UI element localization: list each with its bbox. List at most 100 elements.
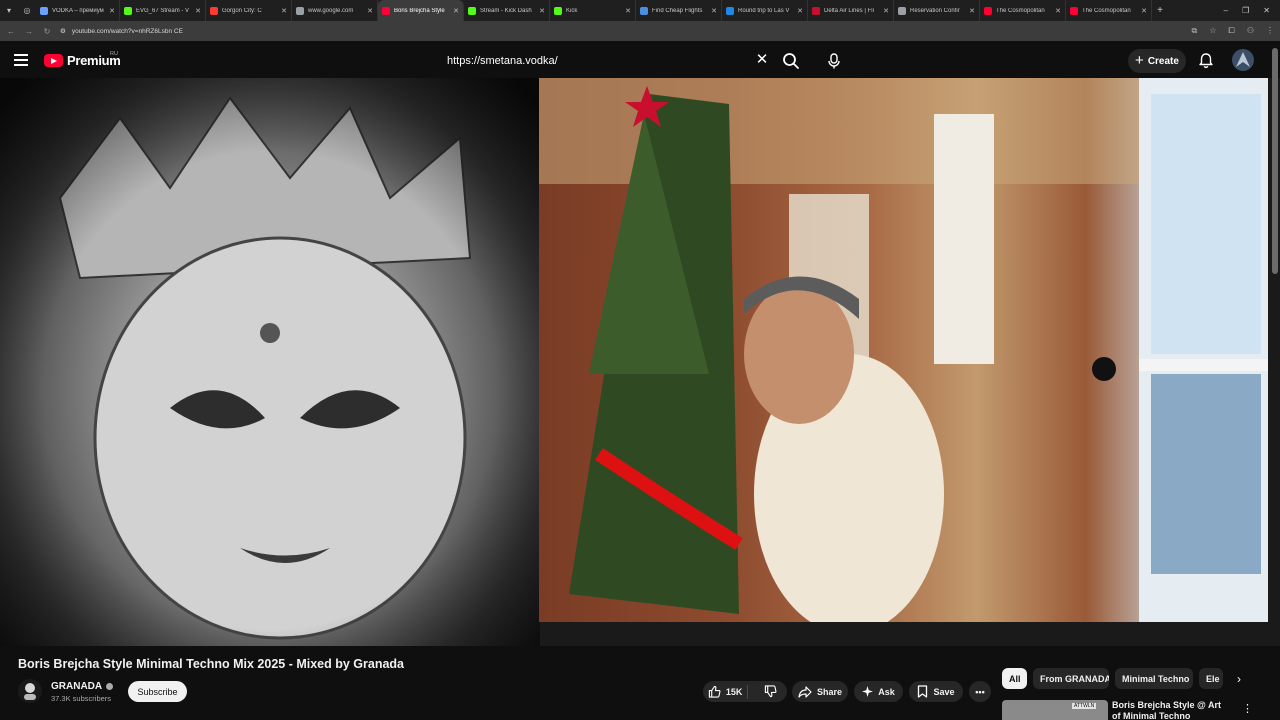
- tab-title: EVG_67 Stream - V: [136, 7, 190, 14]
- browser-tab[interactable]: Kick ✕: [550, 0, 636, 21]
- tab-search-icon[interactable]: ▾: [0, 0, 18, 21]
- minimize-icon[interactable]: –: [1224, 6, 1228, 15]
- search-input[interactable]: https://smetana.vodka/: [437, 47, 777, 75]
- chrome-icon[interactable]: ◎: [18, 0, 36, 21]
- browser-tab[interactable]: The Cosmopolitan ✕: [980, 0, 1066, 21]
- ask-button[interactable]: Ask: [854, 681, 903, 702]
- thumbs-up-icon: [708, 685, 721, 698]
- chip-from-granada[interactable]: From GRANADA: [1033, 668, 1109, 689]
- account-avatar[interactable]: [1232, 49, 1254, 71]
- subscribe-button[interactable]: Subscribe: [128, 681, 187, 702]
- tab-close-icon[interactable]: ✕: [367, 7, 373, 15]
- tab-close-icon[interactable]: ✕: [109, 7, 115, 15]
- tab-close-icon[interactable]: ✕: [797, 7, 803, 15]
- create-button[interactable]: + Create: [1128, 49, 1186, 73]
- voice-search-button[interactable]: [820, 47, 848, 75]
- video-title: Boris Brejcha Style Minimal Techno Mix 2…: [18, 657, 404, 671]
- tab-favicon-icon: [124, 6, 132, 15]
- tab-favicon-icon: [640, 6, 648, 15]
- browser-tab[interactable]: Find Cheap Flights ✕: [636, 0, 722, 21]
- tab-close-icon[interactable]: ✕: [883, 7, 889, 15]
- tab-close-icon[interactable]: ✕: [539, 7, 545, 15]
- clear-search-icon[interactable]: ✕: [755, 52, 769, 67]
- video-player[interactable]: [0, 78, 1280, 646]
- like-dislike-group: 15K: [703, 681, 787, 702]
- reload-icon[interactable]: ↻: [42, 27, 52, 36]
- browser-tab[interactable]: Reservation Confir ✕: [894, 0, 980, 21]
- profile-icon[interactable]: ⚇: [1247, 26, 1254, 36]
- tab-favicon-icon: [984, 6, 992, 15]
- browser-tab[interactable]: VODKA – премиум ✕: [36, 0, 120, 21]
- maximize-icon[interactable]: ❐: [1242, 6, 1249, 15]
- chip-all[interactable]: All: [1002, 668, 1027, 689]
- browser-tab[interactable]: The Cosmopolitan ✕: [1066, 0, 1152, 21]
- toolbar-right: ⧉ ☆ ⧠ ⚇ ⋮: [1192, 26, 1274, 36]
- tab-title: Kick: [566, 7, 578, 14]
- site-info-icon[interactable]: ⚙: [60, 27, 66, 35]
- tab-close-icon[interactable]: ✕: [281, 7, 287, 15]
- extensions-icon[interactable]: ⧠: [1228, 26, 1234, 36]
- chip-minimal-techno[interactable]: Minimal Techno: [1115, 668, 1193, 689]
- channel-avatar-image: [24, 683, 36, 700]
- search-icon[interactable]: [782, 52, 800, 70]
- tab-close-icon[interactable]: ✕: [711, 7, 717, 15]
- tab-close-icon[interactable]: ✕: [969, 7, 975, 15]
- chip-electronic[interactable]: Ele: [1199, 668, 1223, 689]
- back-icon[interactable]: ←: [6, 27, 16, 36]
- tab-title: The Cosmopolitan: [1082, 7, 1131, 14]
- channel-name-text[interactable]: GRANADA: [51, 681, 102, 692]
- more-actions-button[interactable]: •••: [969, 681, 991, 702]
- url-text[interactable]: youtube.com/watch?v=nhRZ6Lsbn CE: [72, 28, 183, 35]
- channel-name[interactable]: GRANADA: [51, 681, 114, 692]
- share-button[interactable]: Share: [792, 681, 848, 702]
- share-arrow-icon: [798, 685, 812, 698]
- browser-tab[interactable]: www.google.com ✕: [292, 0, 378, 21]
- tab-title: Stream - Kick Dash: [480, 7, 532, 14]
- tab-title: Gorgon City: C: [222, 7, 262, 14]
- thumbs-down-icon: [764, 685, 777, 698]
- avatar-image: [1236, 52, 1250, 67]
- bookmark-star-icon[interactable]: ☆: [1209, 26, 1216, 36]
- tab-favicon-icon: [1070, 6, 1078, 15]
- save-button[interactable]: Save: [909, 681, 963, 702]
- tab-title: The Cosmopolitan: [996, 7, 1045, 14]
- video-frame-mask-artwork: [0, 78, 540, 646]
- browser-tab[interactable]: EVG_67 Stream - V ✕: [120, 0, 206, 21]
- omnibox[interactable]: ⚙ youtube.com/watch?v=nhRZ6Lsbn CE: [60, 24, 1184, 38]
- browser-tab[interactable]: Boris Brejcha Style ✕: [378, 0, 464, 21]
- browser-tab[interactable]: Delta Air Lines | Fli ✕: [808, 0, 894, 21]
- dislike-button[interactable]: [753, 685, 787, 698]
- more-horizontal-icon: •••: [975, 686, 985, 697]
- tab-favicon-icon: [898, 6, 906, 15]
- browser-tab[interactable]: Round trip to Las V ✕: [722, 0, 808, 21]
- search-input-value[interactable]: https://smetana.vodka/: [437, 55, 777, 67]
- tab-close-icon[interactable]: ✕: [453, 7, 459, 15]
- jester-mask-image: [0, 78, 540, 646]
- notifications-bell-icon[interactable]: [1198, 52, 1214, 69]
- browser-tab[interactable]: Gorgon City: C ✕: [206, 0, 292, 21]
- new-tab-button[interactable]: +: [1152, 5, 1168, 16]
- like-button[interactable]: 15K: [703, 684, 749, 699]
- forward-icon[interactable]: →: [24, 27, 34, 36]
- tab-close-icon[interactable]: ✕: [1141, 7, 1147, 15]
- page-scrollbar[interactable]: [1272, 48, 1278, 274]
- tab-close-icon[interactable]: ✕: [195, 7, 201, 15]
- tab-title: Delta Air Lines | Fli: [824, 7, 874, 14]
- channel-avatar[interactable]: [18, 679, 42, 703]
- thumbnail-label: ATTWLN: [1072, 703, 1097, 709]
- tab-title: Boris Brejcha Style: [394, 7, 445, 14]
- window-controls: – ❐ ✕: [1224, 6, 1280, 15]
- tab-close-icon[interactable]: ✕: [1055, 7, 1061, 15]
- browser-tab[interactable]: Stream - Kick Dash ✕: [464, 0, 550, 21]
- chevron-right-icon[interactable]: ›: [1230, 669, 1248, 688]
- open-in-app-icon[interactable]: ⧉: [1192, 26, 1198, 36]
- more-vertical-icon[interactable]: ⋮: [1242, 702, 1253, 715]
- recommendation-thumbnail[interactable]: ATTWLN: [1002, 700, 1108, 720]
- tab-close-icon[interactable]: ✕: [625, 7, 631, 15]
- browser-menu-icon[interactable]: ⋮: [1266, 26, 1274, 36]
- menu-icon[interactable]: [14, 54, 28, 66]
- address-bar: ← → ↻ ⚙ youtube.com/watch?v=nhRZ6Lsbn CE…: [0, 21, 1280, 41]
- close-window-icon[interactable]: ✕: [1263, 6, 1270, 15]
- verified-check-icon: [106, 683, 114, 690]
- recommendation-title[interactable]: Boris Brejcha Style @ Art of Minimal Tec…: [1112, 700, 1227, 720]
